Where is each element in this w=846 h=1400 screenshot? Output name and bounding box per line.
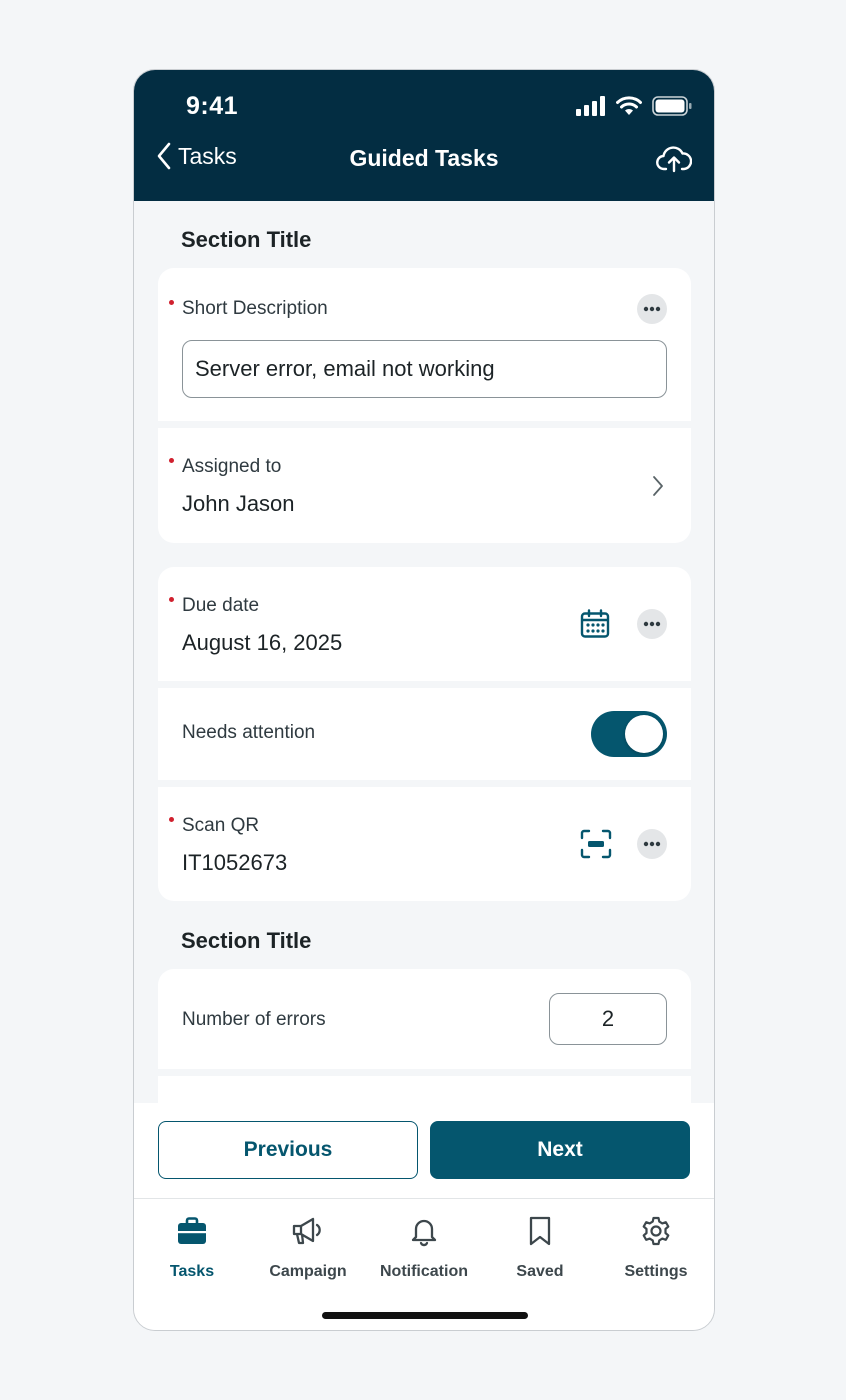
field-label: Due date — [182, 595, 260, 616]
tab-label: Settings — [624, 1263, 688, 1280]
more-options-button[interactable] — [637, 829, 667, 859]
field-assigned-to[interactable]: Assigned to John Jason — [158, 428, 691, 543]
status-icons — [576, 96, 692, 116]
wifi-icon — [616, 96, 642, 115]
due-date-value: August 16, 2025 — [182, 630, 343, 655]
tab-label: Campaign — [269, 1263, 347, 1280]
calendar-button[interactable] — [580, 609, 610, 644]
short-description-input[interactable] — [182, 340, 667, 398]
more-options-button[interactable] — [637, 294, 667, 324]
field-next-partial — [158, 1076, 691, 1103]
field-label: Scan QR — [182, 815, 260, 836]
back-button[interactable]: Tasks — [156, 142, 237, 170]
field-needs-attention: Needs attention — [158, 688, 691, 780]
tab-notification[interactable]: Notification — [366, 1213, 482, 1283]
field-number-of-errors: Number of errors — [158, 969, 691, 1069]
tab-label: Saved — [516, 1263, 564, 1280]
needs-attention-toggle[interactable] — [591, 711, 667, 757]
chevron-right-icon — [653, 476, 663, 496]
tab-label: Tasks — [169, 1263, 215, 1280]
field-short-description: Short Description — [158, 268, 691, 421]
gear-icon — [642, 1216, 670, 1246]
home-indicator — [322, 1312, 528, 1319]
bell-icon — [411, 1219, 437, 1247]
field-label: Assigned to — [182, 456, 282, 477]
required-indicator — [169, 300, 174, 305]
required-indicator — [169, 597, 174, 602]
status-time: 9:41 — [186, 92, 239, 120]
battery-icon — [652, 96, 692, 116]
tab-tasks[interactable]: Tasks — [134, 1213, 250, 1283]
bookmark-icon — [529, 1216, 551, 1246]
section-title: Section Title — [181, 227, 312, 252]
chevron-left-icon — [157, 142, 171, 170]
field-label: Short Description — [182, 298, 328, 319]
number-of-errors-input[interactable] — [549, 993, 667, 1045]
field-label: Needs attention — [182, 722, 316, 743]
scan-qr-value: IT1052673 — [182, 850, 288, 875]
action-bar: Previous Next — [134, 1103, 714, 1198]
section-title: Section Title — [181, 928, 312, 953]
more-options-button[interactable] — [637, 609, 667, 639]
more-horizontal-icon — [643, 306, 661, 312]
briefcase-icon — [178, 1217, 206, 1244]
tab-saved[interactable]: Saved — [482, 1213, 598, 1283]
back-label: Tasks — [178, 142, 237, 169]
tab-settings[interactable]: Settings — [598, 1213, 714, 1283]
toggle-knob — [625, 715, 663, 753]
calendar-icon — [580, 609, 610, 638]
top-bar: 9:41 Tasks Guided Tasks — [134, 70, 714, 201]
previous-button[interactable]: Previous — [158, 1121, 418, 1179]
form-content[interactable]: Section Title Short Description Assigned… — [134, 201, 714, 1103]
cloud-upload-icon — [656, 146, 693, 173]
scan-button[interactable] — [580, 829, 612, 864]
next-button[interactable]: Next — [430, 1121, 690, 1179]
more-horizontal-icon — [643, 841, 661, 847]
phone-frame: 9:41 Tasks Guided Tasks Section Title Sh… — [133, 69, 715, 1331]
required-indicator — [169, 817, 174, 822]
cellular-signal-icon — [576, 96, 605, 116]
field-scan-qr: Scan QR IT1052673 — [158, 787, 691, 901]
megaphone-icon — [292, 1217, 321, 1245]
tab-label: Notification — [380, 1263, 468, 1280]
tab-campaign[interactable]: Campaign — [250, 1213, 366, 1283]
cloud-upload-button[interactable] — [656, 143, 693, 178]
field-due-date: Due date August 16, 2025 — [158, 567, 691, 681]
required-indicator — [169, 458, 174, 463]
more-horizontal-icon — [643, 621, 661, 627]
tab-bar: Tasks Campaign Notification Saved Settin… — [134, 1198, 714, 1330]
assigned-to-value: John Jason — [182, 491, 295, 516]
scan-qr-icon — [580, 829, 612, 859]
field-label: Number of errors — [182, 1009, 326, 1030]
